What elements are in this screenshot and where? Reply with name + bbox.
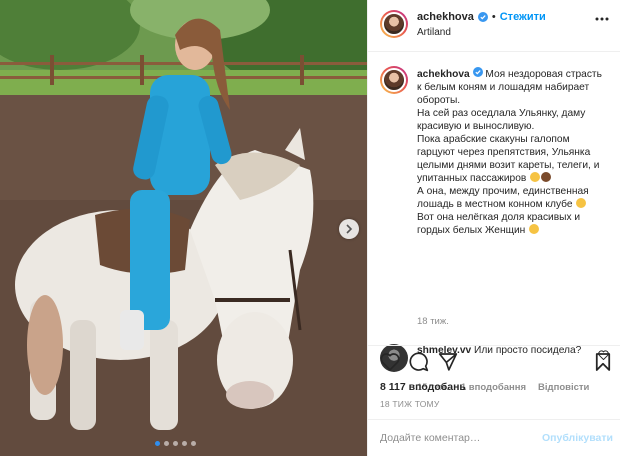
carousel-indicator — [155, 441, 196, 446]
carousel-dot — [173, 441, 178, 446]
emoji-icon — [576, 198, 587, 208]
next-arrow-icon — [346, 224, 353, 234]
caption-line-2: На сей раз оседлала Ульянку, даму красив… — [417, 108, 586, 132]
comment-icon[interactable] — [409, 352, 429, 372]
caption-username[interactable]: achekhova — [417, 69, 470, 80]
post-date[interactable]: 18 ТИЖ ТОМУ — [380, 399, 439, 409]
reply-text: Или просто посидела? — [474, 345, 582, 356]
heart-icon[interactable] — [380, 352, 400, 371]
emoji-icon — [529, 224, 540, 234]
instagram-post: achekhova • Стежити Artiland achekhova М… — [0, 0, 620, 456]
comment-input[interactable] — [380, 430, 530, 446]
likes-count[interactable]: 8 117 вподобань — [380, 381, 466, 393]
caption-line-5: Вот она нелёгкая доля красивых и гордых … — [417, 212, 581, 236]
post-header: achekhova • Стежити Artiland — [368, 0, 620, 52]
carousel-next-button[interactable] — [339, 219, 359, 239]
post-sidebar: achekhova • Стежити Artiland achekhova М… — [367, 0, 620, 456]
header-separator: • — [491, 11, 496, 23]
avatar[interactable] — [380, 10, 408, 38]
avatar[interactable] — [380, 66, 408, 94]
more-icon[interactable] — [595, 17, 609, 21]
header-user-row: achekhova • Стежити — [417, 11, 546, 23]
caption-timestamp[interactable]: 18 тиж. — [417, 316, 449, 327]
location-link[interactable]: Artiland — [417, 27, 451, 38]
emoji-icon — [530, 172, 541, 182]
divider — [368, 345, 620, 346]
post-photo[interactable] — [0, 0, 367, 456]
carousel-dot — [182, 441, 187, 446]
add-comment-bar: Опублікувати — [368, 419, 620, 456]
photo-image — [0, 0, 367, 456]
bookmark-icon[interactable] — [595, 352, 611, 372]
share-icon[interactable] — [438, 352, 458, 371]
emoji-icon — [541, 172, 552, 182]
verified-icon — [472, 67, 483, 77]
comments-section: achekhova Моя нездоровая страсть к белым… — [368, 53, 620, 393]
carousel-dot — [155, 441, 160, 446]
reply-likes[interactable]: 1 вподобання — [461, 382, 526, 393]
post-comment-button[interactable]: Опублікувати — [542, 432, 613, 444]
caption-line-3: Пока арабские скакуны галопом гарцуют че… — [417, 134, 600, 184]
caption-line-4: А она, между прочим, единственная лошадь… — [417, 186, 589, 210]
reply-button[interactable]: Відповісти — [538, 382, 589, 393]
header-username[interactable]: achekhova — [417, 11, 474, 23]
follow-button[interactable]: Стежити — [500, 11, 546, 23]
verified-icon — [477, 12, 488, 22]
caption-text: achekhova Моя нездоровая страсть к белым… — [417, 67, 609, 237]
carousel-dot — [164, 441, 169, 446]
carousel-dot — [191, 441, 196, 446]
